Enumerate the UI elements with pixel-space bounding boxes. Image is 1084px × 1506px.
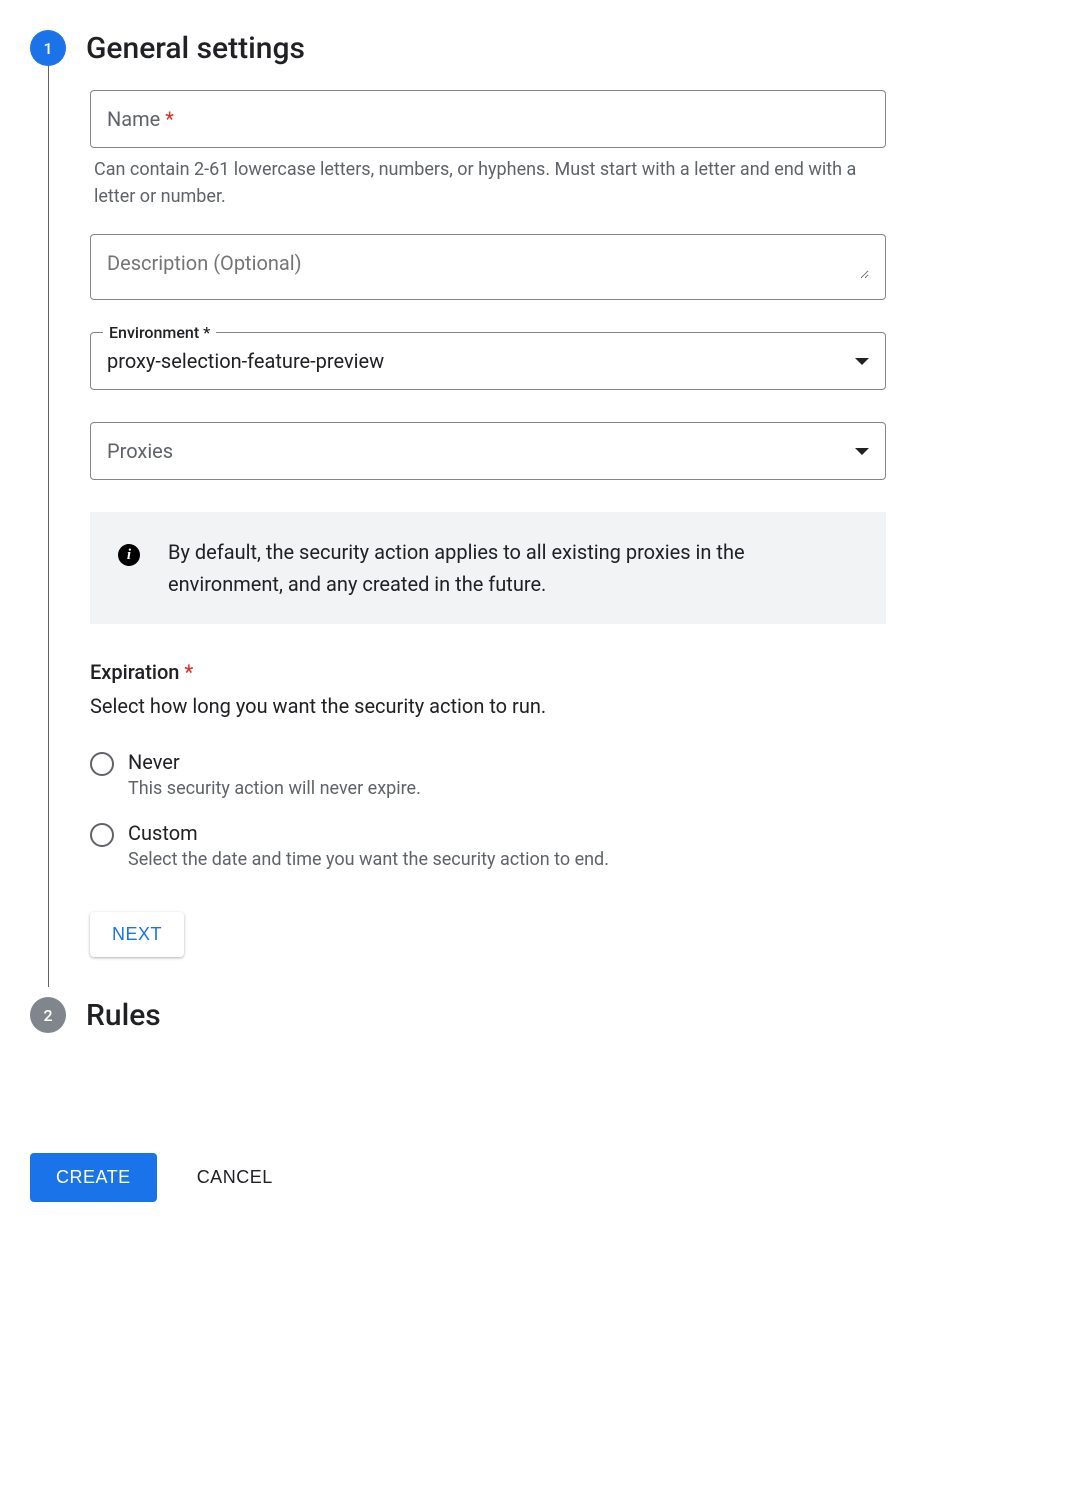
environment-select[interactable]: Environment * proxy-selection-feature-pr… [90, 332, 886, 390]
expiration-desc: Select how long you want the security ac… [90, 694, 886, 718]
next-button[interactable]: NEXT [90, 912, 184, 957]
radio-option-never[interactable]: Never This security action will never ex… [90, 750, 886, 799]
radio-helper: Select the date and time you want the se… [128, 849, 609, 870]
radio-label: Custom [128, 821, 609, 845]
proxies-select[interactable]: Proxies [90, 422, 886, 480]
environment-value: proxy-selection-feature-preview [107, 349, 384, 373]
info-icon: i [118, 544, 140, 566]
environment-label: Environment * [103, 323, 216, 342]
footer-buttons: CREATE CANCEL [30, 1153, 1054, 1202]
step2-title: Rules [86, 998, 161, 1033]
stepper-line [48, 66, 49, 987]
chevron-down-icon [855, 448, 869, 455]
radio-circle-icon[interactable] [90, 823, 114, 847]
step1-header: 1 General settings [30, 30, 1054, 66]
radio-helper: This security action will never expire. [128, 778, 421, 799]
radio-label: Never [128, 750, 421, 774]
step2-number-badge: 2 [30, 997, 66, 1033]
description-textarea[interactable] [107, 251, 869, 279]
chevron-down-icon [855, 358, 869, 365]
description-input-container[interactable] [90, 234, 886, 300]
step2-header[interactable]: 2 Rules [30, 997, 1054, 1033]
cancel-button[interactable]: CANCEL [197, 1167, 273, 1188]
step1-number-badge: 1 [30, 30, 66, 66]
create-button[interactable]: CREATE [30, 1153, 157, 1202]
info-text: By default, the security action applies … [168, 536, 858, 600]
expiration-label: Expiration * [90, 660, 886, 684]
radio-circle-icon[interactable] [90, 752, 114, 776]
name-helper: Can contain 2-61 lowercase letters, numb… [90, 156, 886, 210]
info-box: i By default, the security action applie… [90, 512, 886, 624]
name-input-container[interactable]: Name * [90, 90, 886, 148]
proxies-placeholder: Proxies [107, 439, 173, 463]
step1-title: General settings [86, 31, 305, 66]
radio-option-custom[interactable]: Custom Select the date and time you want… [90, 821, 886, 870]
name-label: Name * [107, 107, 174, 131]
